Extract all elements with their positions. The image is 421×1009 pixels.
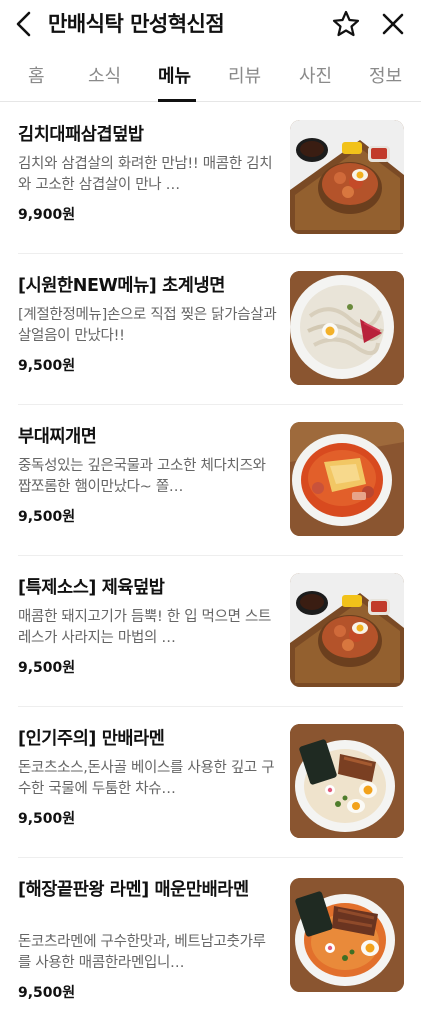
- menu-item[interactable]: [특제소스] 제육덮밥 매콤한 돼지고기가 듬뿍! 한 입 먹으면 스트레스가 …: [18, 556, 404, 707]
- tab-photos[interactable]: 사진: [299, 62, 332, 88]
- tab-home[interactable]: 홈: [28, 62, 45, 88]
- menu-item-description: 돈코츠라멘에 구수한맛과, 베트남고춧가루를 사용한 매콤한라멘입니…: [18, 934, 266, 971]
- menu-item-description: 매콤한 돼지고기가 듬뿍! 한 입 먹으면 스트레스가 사라지는 마법의 …: [18, 609, 272, 646]
- menu-item[interactable]: 김치대패삼겹덮밥 김치와 삼겹살의 화려한 만남!! 매콤한 김치와 고소한 삼…: [18, 103, 404, 254]
- menu-item-description: 김치와 삼겹살의 화려한 만남!! 매콤한 김치와 고소한 삼겹살이 만나 …: [18, 156, 273, 193]
- menu-item[interactable]: [해장끝판왕 라멘] 매운만배라멘 돈코츠라멘에 구수한맛과, 베트남고춧가루를…: [18, 858, 404, 1009]
- rice-bowl-photo: [290, 573, 404, 687]
- back-arrow-icon[interactable]: [12, 10, 38, 38]
- menu-item[interactable]: [시원한NEW메뉴] 초계냉면 [계절한정메뉴]손으로 직접 찢은 닭가슴살과 …: [18, 254, 404, 405]
- menu-item-name: 부대찌개면: [18, 427, 97, 447]
- menu-item-price: 9,500원: [18, 660, 76, 676]
- cold-noodle-photo: [290, 271, 404, 385]
- menu-item-name: [특제소스] 제육덮밥: [18, 578, 165, 598]
- menu-item-description: 중독성있는 깊은국물과 고소한 체다치즈와 짭쪼롬한 햄이만났다~ 쫄…: [18, 458, 266, 495]
- menu-item-name: [인기주의] 만배라멘: [18, 729, 165, 749]
- store-title: 만배식탁 만성혁신점: [48, 12, 225, 36]
- tonkotsu-ramen-photo: [290, 724, 404, 838]
- menu-item-price: 9,900원: [18, 207, 76, 223]
- tab-info[interactable]: 정보: [369, 62, 402, 88]
- menu-item-description: [계절한정메뉴]손으로 직접 찢은 닭가슴살과 살얼음이 만났다!!: [18, 307, 277, 344]
- menu-item[interactable]: 부대찌개면 중독성있는 깊은국물과 고소한 체다치즈와 짭쪼롬한 햄이만났다~ …: [18, 405, 404, 556]
- tab-reviews[interactable]: 리뷰: [228, 62, 261, 88]
- close-icon[interactable]: [380, 10, 406, 38]
- budae-stew-photo: [290, 422, 404, 536]
- menu-item-price: 9,500원: [18, 358, 76, 374]
- menu-item-name: 김치대패삼겹덮밥: [18, 125, 144, 145]
- menu-list: 김치대패삼겹덮밥 김치와 삼겹살의 화려한 만남!! 매콤한 김치와 고소한 삼…: [0, 103, 421, 1009]
- tab-news[interactable]: 소식: [88, 62, 121, 88]
- menu-item-price: 9,500원: [18, 985, 76, 1001]
- menu-item-name: [시원한NEW메뉴] 초계냉면: [18, 276, 225, 296]
- menu-item-price: 9,500원: [18, 509, 76, 525]
- rice-bowl-photo: [290, 120, 404, 234]
- star-favorite-icon[interactable]: [331, 9, 361, 39]
- menu-item-description: 돈코츠소스,돈사골 베이스를 사용한 깊고 구수한 국물에 두툼한 차슈…: [18, 760, 275, 797]
- menu-item-price: 9,500원: [18, 811, 76, 827]
- menu-item[interactable]: [인기주의] 만배라멘 돈코츠소스,돈사골 베이스를 사용한 깊고 구수한 국물…: [18, 707, 404, 858]
- tab-menu[interactable]: 메뉴: [158, 62, 191, 88]
- menu-item-name: [해장끝판왕 라멘] 매운만배라멘: [18, 880, 249, 900]
- top-bar: 만배식탁 만성혁신점: [0, 0, 421, 48]
- spicy-ramen-photo: [290, 878, 404, 992]
- active-tab-indicator: [158, 99, 196, 102]
- tab-bar: 홈 소식 메뉴 리뷰 사진 정보: [0, 50, 421, 102]
